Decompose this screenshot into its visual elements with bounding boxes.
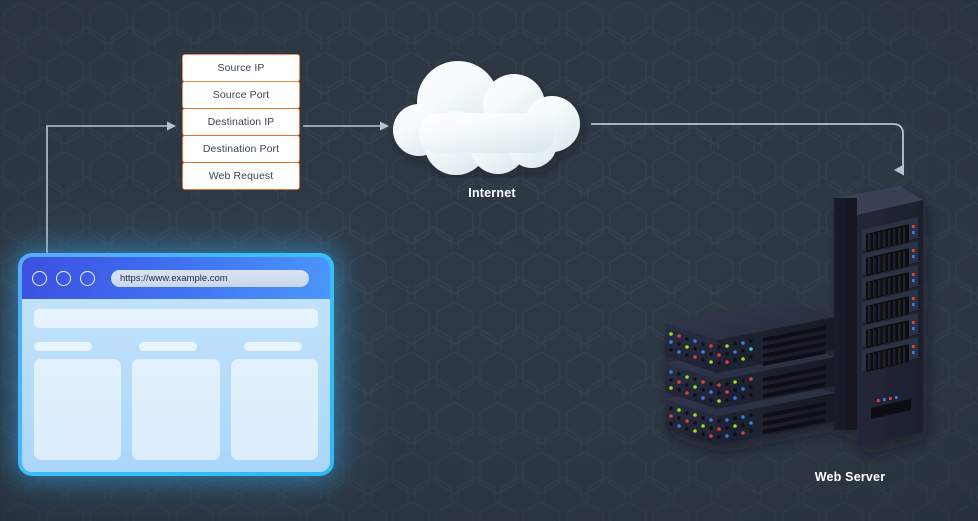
packet-field-source-ip: Source IP xyxy=(182,54,300,82)
server-tower xyxy=(834,186,923,448)
server-rack-icon xyxy=(665,186,923,448)
content-subtitle-placeholder xyxy=(34,342,92,351)
url-text: https://www.example.com xyxy=(120,272,228,284)
browser-content xyxy=(22,299,330,472)
packet-field-label: Source Port xyxy=(212,89,270,101)
packet-field-destination-ip: Destination IP xyxy=(182,108,300,136)
content-card-placeholder xyxy=(230,359,318,460)
content-card-row xyxy=(34,359,318,460)
url-input[interactable]: https://www.example.com xyxy=(111,269,309,287)
packet-field-label: Destination IP xyxy=(207,116,275,128)
network-packet: Source IP Source Port Destination IP Des… xyxy=(182,54,300,190)
content-subtitle-placeholder xyxy=(244,342,302,351)
web-server-label: Web Server xyxy=(814,470,886,484)
maximize-dot-icon[interactable] xyxy=(80,270,95,286)
content-banner-placeholder xyxy=(34,309,318,328)
minimize-dot-icon[interactable] xyxy=(56,270,71,286)
content-card-placeholder xyxy=(34,359,122,460)
browser-inner: https://www.example.com xyxy=(22,257,330,472)
browser-window[interactable]: https://www.example.com xyxy=(18,253,334,476)
packet-field-source-port: Source Port xyxy=(182,81,300,109)
packet-field-label: Source IP xyxy=(217,62,265,74)
cloud-icon xyxy=(393,61,580,175)
content-subtitle-placeholder xyxy=(139,342,197,351)
packet-field-destination-port: Destination Port xyxy=(182,135,300,163)
close-dot-icon[interactable] xyxy=(32,270,47,286)
packet-field-label: Web Request xyxy=(208,170,274,182)
browser-titlebar: https://www.example.com xyxy=(22,257,330,299)
content-card-placeholder xyxy=(132,359,220,460)
internet-label: Internet xyxy=(468,186,516,200)
packet-field-label: Destination Port xyxy=(202,143,280,155)
content-subtitle-row xyxy=(34,342,318,351)
packet-field-web-request: Web Request xyxy=(182,162,300,190)
diagram-canvas: Source IP Source Port Destination IP Des… xyxy=(0,0,978,521)
